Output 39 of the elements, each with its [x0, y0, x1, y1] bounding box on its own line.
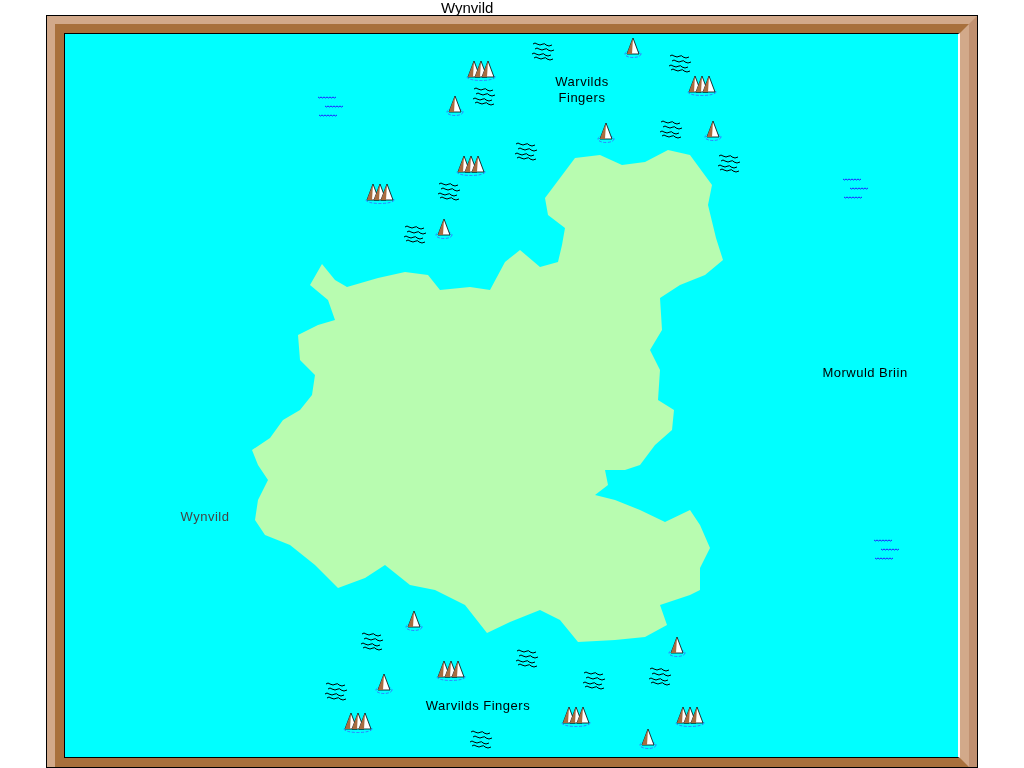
mountain-icon	[405, 610, 423, 631]
rough-water-icon	[648, 667, 672, 686]
place-label: Wynvild	[179, 509, 231, 525]
mountains-icon	[675, 706, 705, 727]
mountain-icon	[446, 95, 464, 116]
rough-water-icon	[469, 730, 493, 749]
mountain-icon	[435, 218, 453, 239]
mountains-icon	[456, 155, 486, 176]
mountain-icon	[668, 636, 686, 657]
place-label: Warvilds Fingers	[424, 698, 532, 714]
rough-water-icon	[668, 54, 692, 73]
rough-water-icon	[437, 182, 461, 201]
place-label: Morwuld Briin	[821, 365, 909, 381]
mountains-icon	[436, 660, 466, 681]
rough-water-icon	[324, 682, 348, 701]
mountains-icon	[343, 712, 373, 733]
mountains-icon	[687, 75, 717, 96]
mountains-icon	[466, 60, 496, 81]
rough-water-icon	[659, 120, 683, 139]
mountain-icon	[639, 728, 657, 749]
rough-water-icon	[360, 632, 384, 651]
mountain-icon	[375, 673, 393, 694]
waves-icon	[873, 539, 900, 560]
rough-water-icon	[403, 225, 427, 244]
mountain-icon	[597, 122, 615, 143]
mountains-icon	[561, 706, 591, 727]
mountain-icon	[624, 37, 642, 58]
rough-water-icon	[582, 671, 606, 690]
map-title: Wynvild	[441, 0, 494, 15]
mountains-icon	[365, 183, 395, 204]
rough-water-icon	[514, 142, 538, 161]
place-label: Warvilds Fingers	[554, 74, 610, 106]
rough-water-icon	[717, 154, 741, 173]
rough-water-icon	[531, 42, 555, 61]
waves-icon	[317, 96, 344, 117]
mountain-icon	[704, 120, 722, 141]
waves-icon	[842, 178, 869, 199]
rough-water-icon	[515, 649, 539, 668]
rough-water-icon	[472, 87, 496, 106]
